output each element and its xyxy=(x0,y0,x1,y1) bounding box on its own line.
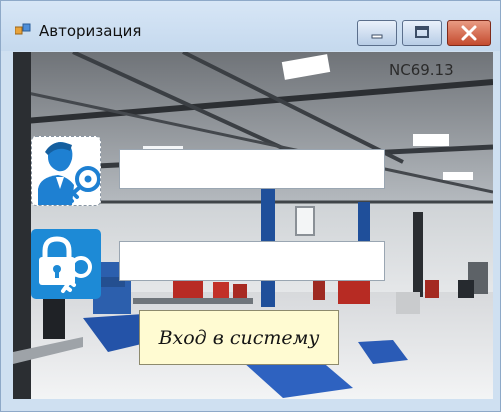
password-avatar xyxy=(31,229,101,299)
close-button[interactable] xyxy=(447,20,491,46)
password-input[interactable] xyxy=(119,241,385,281)
lock-key-icon xyxy=(39,236,92,293)
maximize-button[interactable] xyxy=(402,20,442,46)
title-bar: Авторизация xyxy=(1,1,500,51)
auth-window: Авторизация NC69.13 Вход в систему xyxy=(0,0,501,412)
maximize-icon xyxy=(415,26,429,38)
minimize-button[interactable] xyxy=(357,20,397,46)
close-icon xyxy=(461,25,477,41)
user-avatar xyxy=(31,136,101,206)
version-label: NC69.13 xyxy=(389,61,454,79)
login-button[interactable]: Вход в систему xyxy=(139,310,339,365)
minimize-icon xyxy=(371,34,383,39)
user-key-icon xyxy=(38,142,100,205)
window-title: Авторизация xyxy=(39,22,142,40)
app-form-icon xyxy=(15,23,31,35)
login-input[interactable] xyxy=(119,149,385,189)
login-form-area: NC69.13 Вход в систему xyxy=(13,52,493,399)
